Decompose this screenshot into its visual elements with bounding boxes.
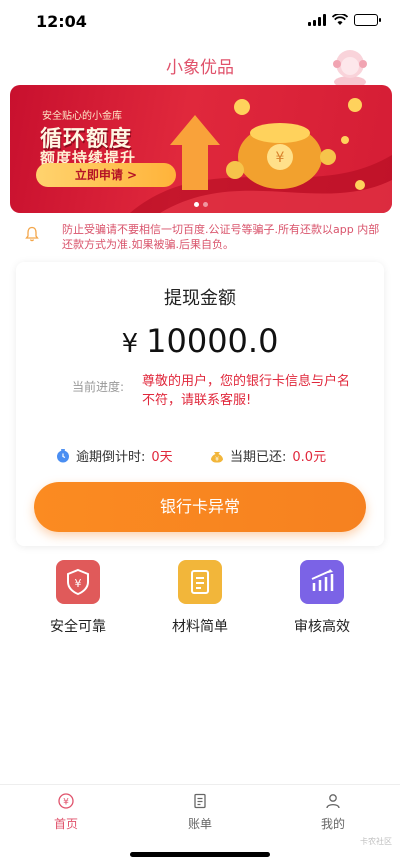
nav-header: 小象优品 bbox=[0, 44, 400, 88]
repaid-amount: ¥ 当期已还: 0.0元 bbox=[210, 446, 326, 465]
document-icon bbox=[178, 560, 222, 604]
status-icons bbox=[308, 14, 381, 26]
tab-bill[interactable]: 账单 bbox=[160, 793, 240, 832]
withdraw-card: 提现金额 ¥10000.0 当前进度: 尊敬的用户，您的银行卡信息与户名不符，请… bbox=[16, 262, 384, 546]
amount-value: 10000.0 bbox=[146, 322, 279, 360]
tab-profile[interactable]: 我的 bbox=[293, 793, 373, 832]
repaid-value: 0.0元 bbox=[292, 450, 327, 465]
feature-efficient[interactable]: 审核高效 bbox=[272, 560, 372, 636]
feature-row: ¥ 安全可靠 材料简单 审核高效 bbox=[0, 560, 400, 640]
tab-label: 账单 bbox=[187, 817, 212, 831]
tab-label: 首页 bbox=[53, 817, 78, 831]
money-bag-icon: ¥ bbox=[211, 451, 223, 463]
svg-text:¥: ¥ bbox=[63, 798, 69, 808]
status-bar: 12:04 bbox=[0, 0, 400, 44]
home-indicator[interactable] bbox=[130, 852, 270, 857]
user-icon bbox=[326, 794, 340, 809]
repaid-label: 当期已还: bbox=[230, 450, 287, 465]
promo-banner[interactable]: ¥ 安全贴心的小金库 循环额度 额度持续提升 立即申请 > bbox=[10, 85, 392, 213]
carousel-dot[interactable] bbox=[203, 202, 208, 207]
mascot-icon bbox=[333, 50, 367, 88]
feature-label: 安全可靠 bbox=[50, 619, 106, 635]
signal-icon bbox=[308, 14, 326, 26]
withdraw-amount: ¥10000.0 bbox=[16, 322, 384, 360]
currency-symbol: ¥ bbox=[121, 329, 139, 359]
svg-text:¥: ¥ bbox=[75, 577, 82, 590]
progress-label: 当前进度: bbox=[72, 380, 125, 394]
overdue-countdown: 逾期倒计时: 0天 bbox=[56, 446, 173, 465]
svg-text:¥: ¥ bbox=[276, 150, 285, 166]
carousel-dots[interactable] bbox=[194, 202, 208, 207]
home-yen-icon: ¥ bbox=[58, 793, 74, 809]
carousel-dot[interactable] bbox=[194, 202, 199, 207]
wifi-icon bbox=[332, 14, 348, 25]
progress-message: 尊敬的用户，您的银行卡信息与户名不符，请联系客服! bbox=[142, 374, 351, 408]
apply-now-button[interactable]: 立即申请 > bbox=[36, 163, 176, 187]
shield-yen-icon: ¥ bbox=[56, 560, 100, 604]
tab-home[interactable]: ¥ 首页 bbox=[26, 793, 106, 832]
overdue-value: 0天 bbox=[151, 450, 173, 465]
watermark-text: 卡农社区 bbox=[360, 837, 392, 846]
banner-kicker: 安全贴心的小金库 bbox=[42, 111, 122, 122]
bill-icon bbox=[194, 793, 206, 809]
tab-label: 我的 bbox=[320, 817, 345, 831]
notice-text: 防止受骗请不要相信一切百度.公证号等骗子.所有还款以app 内部还款方式为准.如… bbox=[62, 223, 380, 251]
feature-simple[interactable]: 材料简单 bbox=[150, 560, 250, 636]
overdue-label: 逾期倒计时: bbox=[76, 450, 146, 465]
withdraw-label: 提现金额 bbox=[164, 288, 236, 309]
chart-icon bbox=[300, 560, 344, 604]
feature-secure[interactable]: ¥ 安全可靠 bbox=[28, 560, 128, 636]
bank-card-error-button[interactable]: 银行卡异常 bbox=[34, 482, 366, 532]
feature-label: 材料简单 bbox=[172, 619, 228, 635]
status-time: 12:04 bbox=[36, 12, 87, 31]
feature-label: 审核高效 bbox=[294, 619, 350, 635]
bell-icon bbox=[25, 226, 39, 242]
clock-icon bbox=[57, 448, 69, 462]
battery-icon bbox=[354, 14, 381, 26]
svg-text:¥: ¥ bbox=[215, 456, 219, 463]
